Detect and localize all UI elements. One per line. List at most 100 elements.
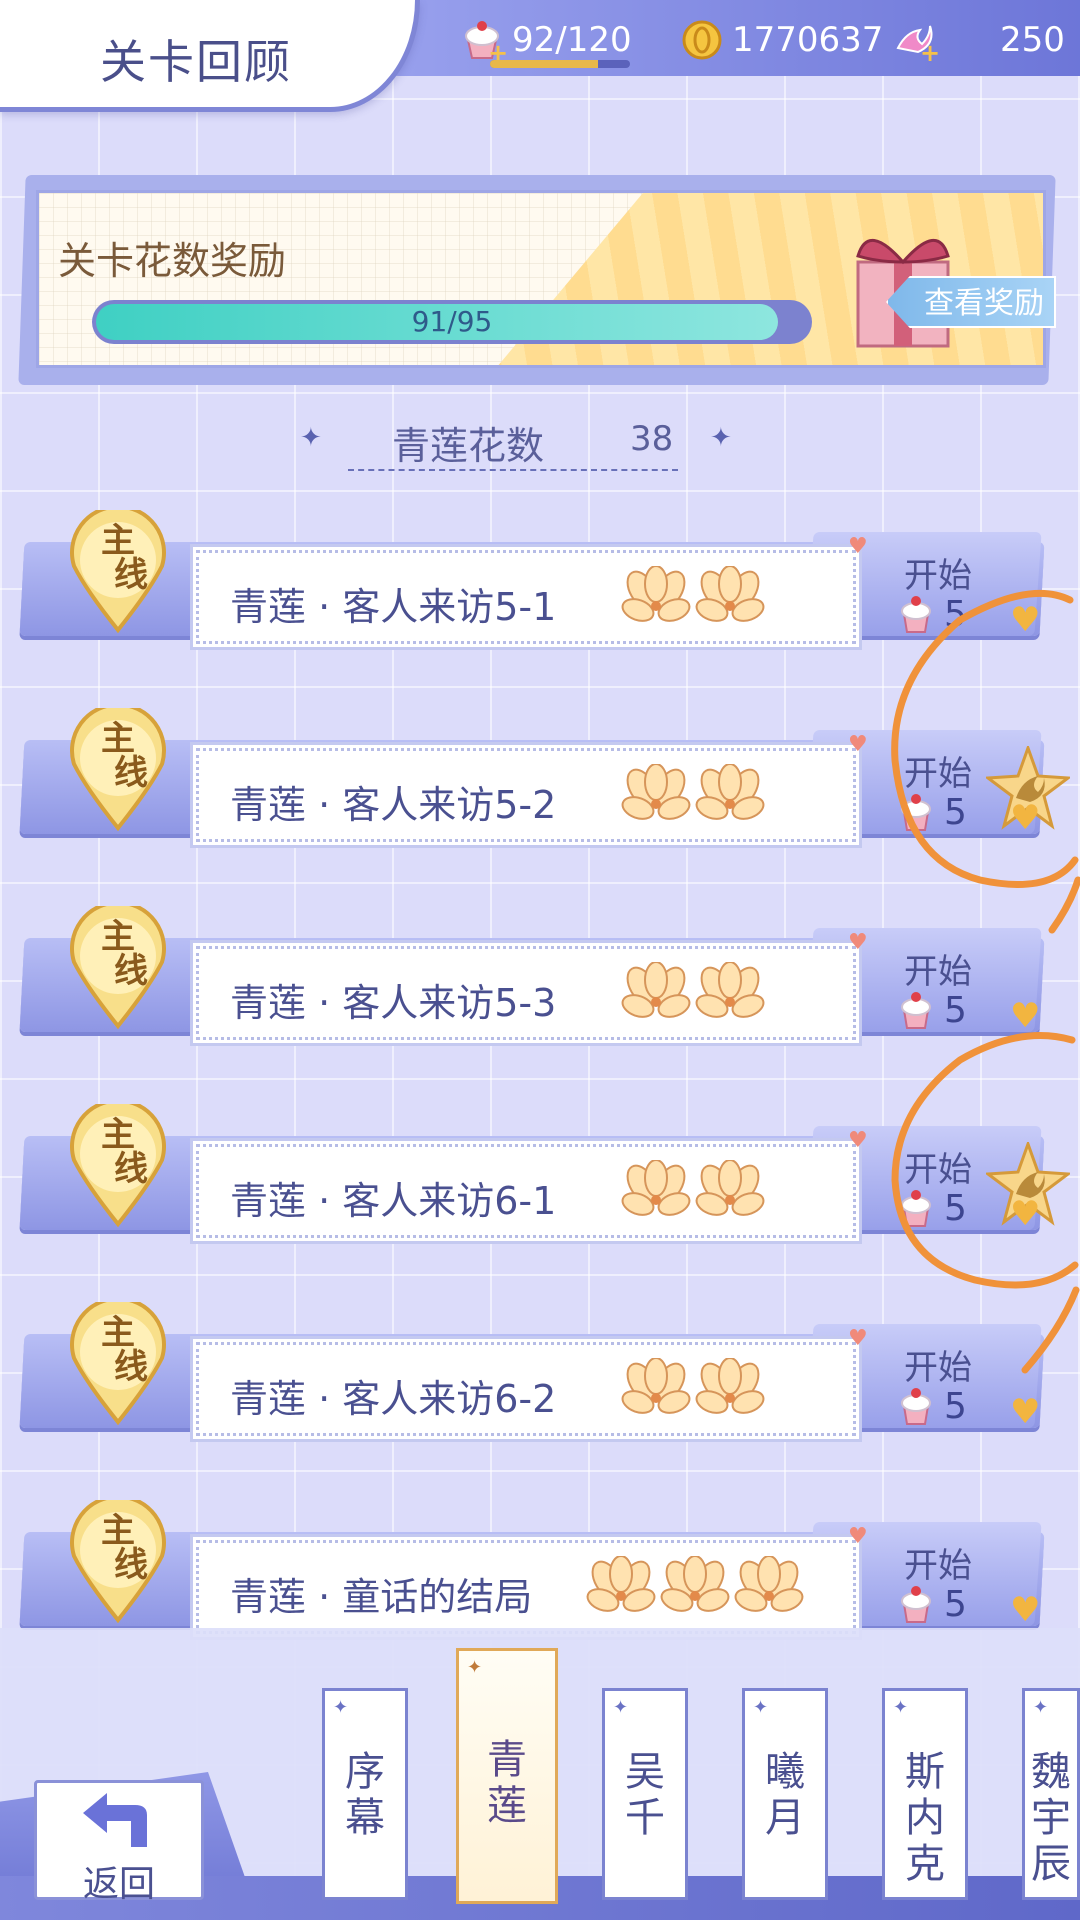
sparkle-icon: ✦ <box>613 1697 629 1718</box>
badge-label: 主线 <box>66 722 170 790</box>
flower-count-label: 青莲花数 <box>392 424 545 468</box>
cupcake-icon <box>898 1584 934 1624</box>
flower-count-underline <box>348 469 678 471</box>
flower-icon <box>620 763 692 828</box>
level-row[interactable]: 青莲 · 客人来访5-3 主线 ♥ 开始 5 ♥ <box>0 900 1080 1046</box>
badge-label: 主线 <box>66 1118 170 1186</box>
chapter-tab[interactable]: ✦ 曦月 <box>742 1688 828 1900</box>
level-name: 青莲 · 客人来访5-2 <box>230 783 557 827</box>
main-line-badge: 主线 <box>66 1296 170 1426</box>
cupcake-icon <box>898 1188 934 1228</box>
chapter-tab[interactable]: ✦ 青莲 <box>456 1648 558 1904</box>
level-row[interactable]: 青莲 · 客人来访6-2 主线 ♥ 开始 5 ♥ <box>0 1296 1080 1442</box>
level-row[interactable]: 青莲 · 客人来访5-2 主线 ♥ 开始 5 ♥ <box>0 702 1080 848</box>
level-name: 青莲 · 客人来访6-1 <box>230 1179 557 1223</box>
flower-icon <box>733 1555 805 1620</box>
badge-label-bottom: 线 <box>114 555 148 595</box>
reward-title: 关卡花数奖励 <box>58 239 287 283</box>
chapter-tab-label: 序幕 <box>345 1749 385 1841</box>
view-reward-button[interactable]: 查看奖励 <box>886 276 1056 328</box>
stamina-bar <box>490 60 630 68</box>
chapter-tab[interactable]: ✦ 序幕 <box>322 1688 408 1900</box>
stamina-bar-fill <box>490 60 598 68</box>
chapter-tab[interactable]: ✦ 斯内克 <box>882 1688 968 1900</box>
badge-label: 主线 <box>66 1514 170 1582</box>
cupcake-icon <box>898 594 934 634</box>
chapter-tab-label: 青莲 <box>487 1737 527 1829</box>
gem-value: 250 <box>1000 20 1065 60</box>
cupcake-icon <box>898 792 934 832</box>
start-button[interactable]: 开始 <box>904 1142 972 1191</box>
chapter-tab-label: 曦月 <box>765 1749 805 1841</box>
sparkle-icon: ✦ <box>893 1697 909 1718</box>
flower-count-value: 38 <box>630 419 674 459</box>
reward-progress-bar: 91/95 <box>92 300 812 344</box>
flower-count-header: ✦ 青莲花数 38 ✦ <box>300 415 732 475</box>
badge-label: 主线 <box>66 1316 170 1384</box>
start-button[interactable]: 开始 <box>904 1538 972 1587</box>
level-row[interactable]: 青莲 · 童话的结局 主线 ♥ 开始 5 ♥ <box>0 1494 1080 1640</box>
main-line-badge: 主线 <box>66 1098 170 1228</box>
gold-heart-icon: ♥ <box>1010 1392 1041 1432</box>
flower-icon <box>620 1159 692 1224</box>
chapter-tab-label: 吴千 <box>625 1749 665 1841</box>
gold-heart-icon: ♥ <box>1010 996 1041 1036</box>
sparkle-icon: ✦ <box>333 1697 349 1718</box>
flower-icon <box>659 1555 731 1620</box>
gold-coin-icon <box>682 20 722 60</box>
flower-icon <box>694 763 766 828</box>
heart-icon: ♥ <box>848 732 868 757</box>
badge-label-bottom: 线 <box>114 1545 148 1585</box>
heart-icon: ♥ <box>848 534 868 559</box>
stamina-cost: 5 <box>944 990 967 1031</box>
level-name: 青莲 · 童话的结局 <box>230 1575 533 1619</box>
heart-icon: ♥ <box>848 1524 868 1549</box>
chapter-tab-label: 魏宇辰 <box>1031 1749 1071 1887</box>
badge-label: 主线 <box>66 920 170 988</box>
chapter-tab[interactable]: ✦ 吴千 <box>602 1688 688 1900</box>
stamina-cost: 5 <box>944 1584 967 1625</box>
heart-icon: ♥ <box>848 1326 868 1351</box>
start-button[interactable]: 开始 <box>904 746 972 795</box>
main-line-badge: 主线 <box>66 702 170 832</box>
badge-label-bottom: 线 <box>114 1149 148 1189</box>
start-button[interactable]: 开始 <box>904 548 972 597</box>
level-name: 青莲 · 客人来访5-3 <box>230 981 557 1025</box>
gold-resource[interactable]: 1770637 <box>680 18 883 62</box>
flower-icon <box>694 961 766 1026</box>
heart-icon: ♥ <box>848 1128 868 1153</box>
stamina-resource[interactable]: 92/120 <box>460 18 640 62</box>
gold-heart-icon: ♥ <box>1010 600 1041 640</box>
cupcake-icon <box>898 990 934 1030</box>
start-button[interactable]: 开始 <box>904 1340 972 1389</box>
gold-heart-icon: ♥ <box>1010 1590 1041 1630</box>
sparkle-icon: ✦ <box>710 423 732 453</box>
flower-icon <box>620 565 692 630</box>
gem-resource[interactable]: 250 <box>892 18 1072 62</box>
title-tab: 关卡回顾 <box>0 0 420 112</box>
add-gem-icon[interactable]: + <box>920 41 940 65</box>
level-name: 青莲 · 客人来访6-2 <box>230 1377 557 1421</box>
level-row[interactable]: 青莲 · 客人来访5-1 主线 ♥ 开始 5 ♥ <box>0 504 1080 650</box>
start-button[interactable]: 开始 <box>904 944 972 993</box>
flower-icon <box>694 1159 766 1224</box>
main-line-badge: 主线 <box>66 900 170 1030</box>
flower-icon <box>585 1555 657 1620</box>
cupcake-icon <box>898 1386 934 1426</box>
badge-label: 主线 <box>66 524 170 592</box>
back-button[interactable]: 返回 <box>34 1780 204 1905</box>
chapter-tab[interactable]: ✦ 魏宇辰 <box>1022 1688 1080 1900</box>
heart-icon: ♥ <box>848 930 868 955</box>
badge-label-bottom: 线 <box>114 753 148 793</box>
badge-label-bottom: 线 <box>114 951 148 991</box>
stamina-cost: 5 <box>944 792 967 833</box>
flower-icon <box>620 961 692 1026</box>
sparkle-icon: ✦ <box>753 1697 769 1718</box>
level-row[interactable]: 青莲 · 客人来访6-1 主线 ♥ 开始 5 ♥ <box>0 1098 1080 1244</box>
main-line-badge: 主线 <box>66 1494 170 1624</box>
gold-value: 1770637 <box>732 20 884 60</box>
gold-heart-icon: ♥ <box>1010 798 1041 838</box>
flower-icon <box>620 1357 692 1422</box>
stamina-value: 92/120 <box>512 20 632 60</box>
stamina-cost: 5 <box>944 1188 967 1229</box>
